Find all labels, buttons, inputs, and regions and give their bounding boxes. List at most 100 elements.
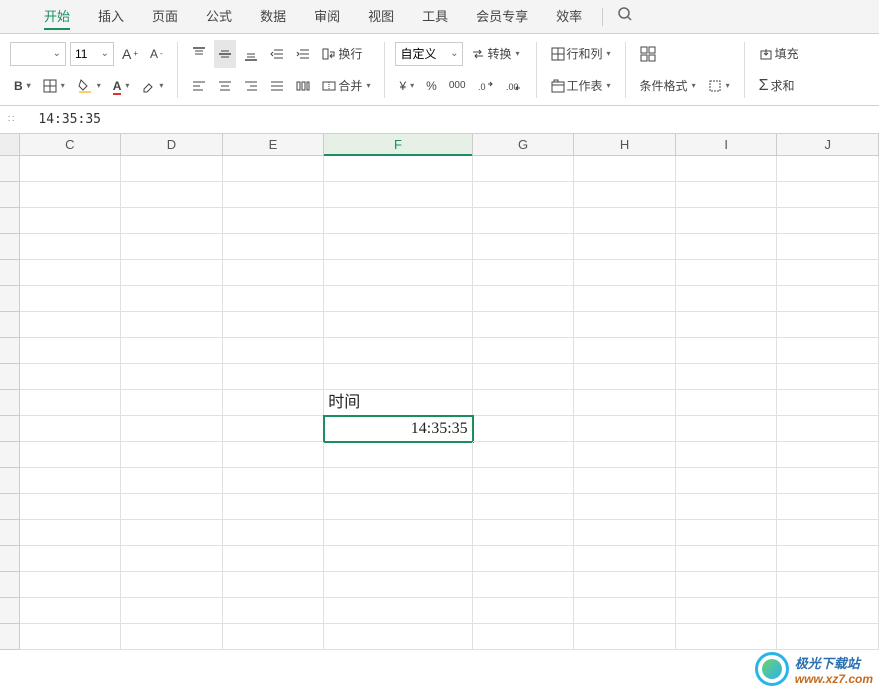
- cell[interactable]: [777, 442, 879, 468]
- cell[interactable]: [20, 338, 122, 364]
- cell[interactable]: [777, 286, 879, 312]
- cell[interactable]: [223, 286, 325, 312]
- col-header-i[interactable]: I: [676, 134, 778, 155]
- cell[interactable]: [20, 494, 122, 520]
- cell[interactable]: [324, 260, 472, 286]
- increase-font-button[interactable]: A+: [118, 40, 142, 68]
- cell[interactable]: [324, 156, 472, 182]
- col-header-j[interactable]: J: [777, 134, 879, 155]
- cell[interactable]: [20, 598, 122, 624]
- cell[interactable]: [223, 364, 325, 390]
- cell[interactable]: [223, 572, 325, 598]
- cell[interactable]: [473, 416, 575, 442]
- align-bottom-button[interactable]: [240, 40, 262, 68]
- border-button[interactable]: [39, 72, 69, 100]
- wrap-text-button[interactable]: 换行: [318, 40, 366, 68]
- cell[interactable]: [473, 624, 575, 650]
- menu-insert[interactable]: 插入: [84, 0, 138, 34]
- col-header-f[interactable]: F: [324, 134, 472, 155]
- cell[interactable]: [574, 312, 676, 338]
- cell[interactable]: [574, 416, 676, 442]
- cell[interactable]: [324, 494, 472, 520]
- row-header[interactable]: [0, 494, 20, 520]
- col-header-e[interactable]: E: [223, 134, 325, 155]
- cell[interactable]: [676, 286, 778, 312]
- cell[interactable]: [20, 208, 122, 234]
- convert-button[interactable]: 转换: [467, 40, 523, 68]
- cell[interactable]: [324, 286, 472, 312]
- col-header-g[interactable]: G: [473, 134, 575, 155]
- cell[interactable]: [324, 442, 472, 468]
- cell[interactable]: [574, 390, 676, 416]
- cell[interactable]: [574, 572, 676, 598]
- cell[interactable]: [574, 182, 676, 208]
- menu-formula[interactable]: 公式: [192, 0, 246, 34]
- cell[interactable]: [574, 234, 676, 260]
- cell[interactable]: [223, 546, 325, 572]
- cell[interactable]: [777, 364, 879, 390]
- cell[interactable]: [777, 520, 879, 546]
- crop-button[interactable]: [704, 72, 734, 100]
- cell[interactable]: [223, 208, 325, 234]
- menu-member[interactable]: 会员专享: [462, 0, 542, 34]
- distribute-button[interactable]: [292, 72, 314, 100]
- cell[interactable]: [676, 442, 778, 468]
- cell[interactable]: [473, 208, 575, 234]
- cell[interactable]: [223, 390, 325, 416]
- cell[interactable]: [676, 182, 778, 208]
- cell[interactable]: [777, 338, 879, 364]
- cell[interactable]: [777, 312, 879, 338]
- cell[interactable]: [473, 312, 575, 338]
- cell[interactable]: [324, 520, 472, 546]
- row-header[interactable]: [0, 208, 20, 234]
- row-header[interactable]: [0, 416, 20, 442]
- cell[interactable]: [121, 234, 223, 260]
- menu-review[interactable]: 审阅: [300, 0, 354, 34]
- cell[interactable]: [676, 390, 778, 416]
- cell[interactable]: [121, 572, 223, 598]
- cell[interactable]: [20, 624, 122, 650]
- sum-button[interactable]: Σ 求和: [755, 72, 799, 100]
- cell[interactable]: [777, 546, 879, 572]
- cell-f12-selected[interactable]: 14:35:35: [324, 416, 472, 442]
- formula-input[interactable]: 14:35:35: [18, 112, 875, 127]
- currency-button[interactable]: ¥: [395, 72, 418, 100]
- col-header-h[interactable]: H: [574, 134, 676, 155]
- cell[interactable]: [20, 156, 122, 182]
- menu-page[interactable]: 页面: [138, 0, 192, 34]
- cell[interactable]: [223, 182, 325, 208]
- cell[interactable]: [777, 234, 879, 260]
- cell[interactable]: [20, 468, 122, 494]
- cell[interactable]: [121, 260, 223, 286]
- cell[interactable]: [676, 364, 778, 390]
- cell[interactable]: [473, 546, 575, 572]
- cell[interactable]: [676, 234, 778, 260]
- cell[interactable]: [20, 182, 122, 208]
- cell[interactable]: [676, 520, 778, 546]
- font-size-select[interactable]: 11: [70, 42, 114, 66]
- cell[interactable]: [777, 208, 879, 234]
- row-header[interactable]: [0, 182, 20, 208]
- cell[interactable]: [777, 182, 879, 208]
- bold-button[interactable]: B: [10, 72, 35, 100]
- cell[interactable]: [223, 520, 325, 546]
- cell[interactable]: [223, 494, 325, 520]
- cell[interactable]: [574, 494, 676, 520]
- menu-tools[interactable]: 工具: [408, 0, 462, 34]
- thousands-button[interactable]: 000: [445, 72, 470, 100]
- menu-data[interactable]: 数据: [246, 0, 300, 34]
- cell-f11[interactable]: 时间: [324, 390, 472, 416]
- row-header[interactable]: [0, 312, 20, 338]
- number-format-select[interactable]: 自定义: [395, 42, 463, 66]
- row-header[interactable]: [0, 546, 20, 572]
- row-header[interactable]: [0, 390, 20, 416]
- cell[interactable]: [574, 442, 676, 468]
- font-color-button[interactable]: A: [109, 72, 134, 100]
- cell[interactable]: [676, 468, 778, 494]
- cell[interactable]: [20, 546, 122, 572]
- cell[interactable]: [20, 442, 122, 468]
- cell[interactable]: [777, 156, 879, 182]
- cell[interactable]: [121, 182, 223, 208]
- cell-styles-button[interactable]: [636, 40, 660, 68]
- cell[interactable]: [473, 468, 575, 494]
